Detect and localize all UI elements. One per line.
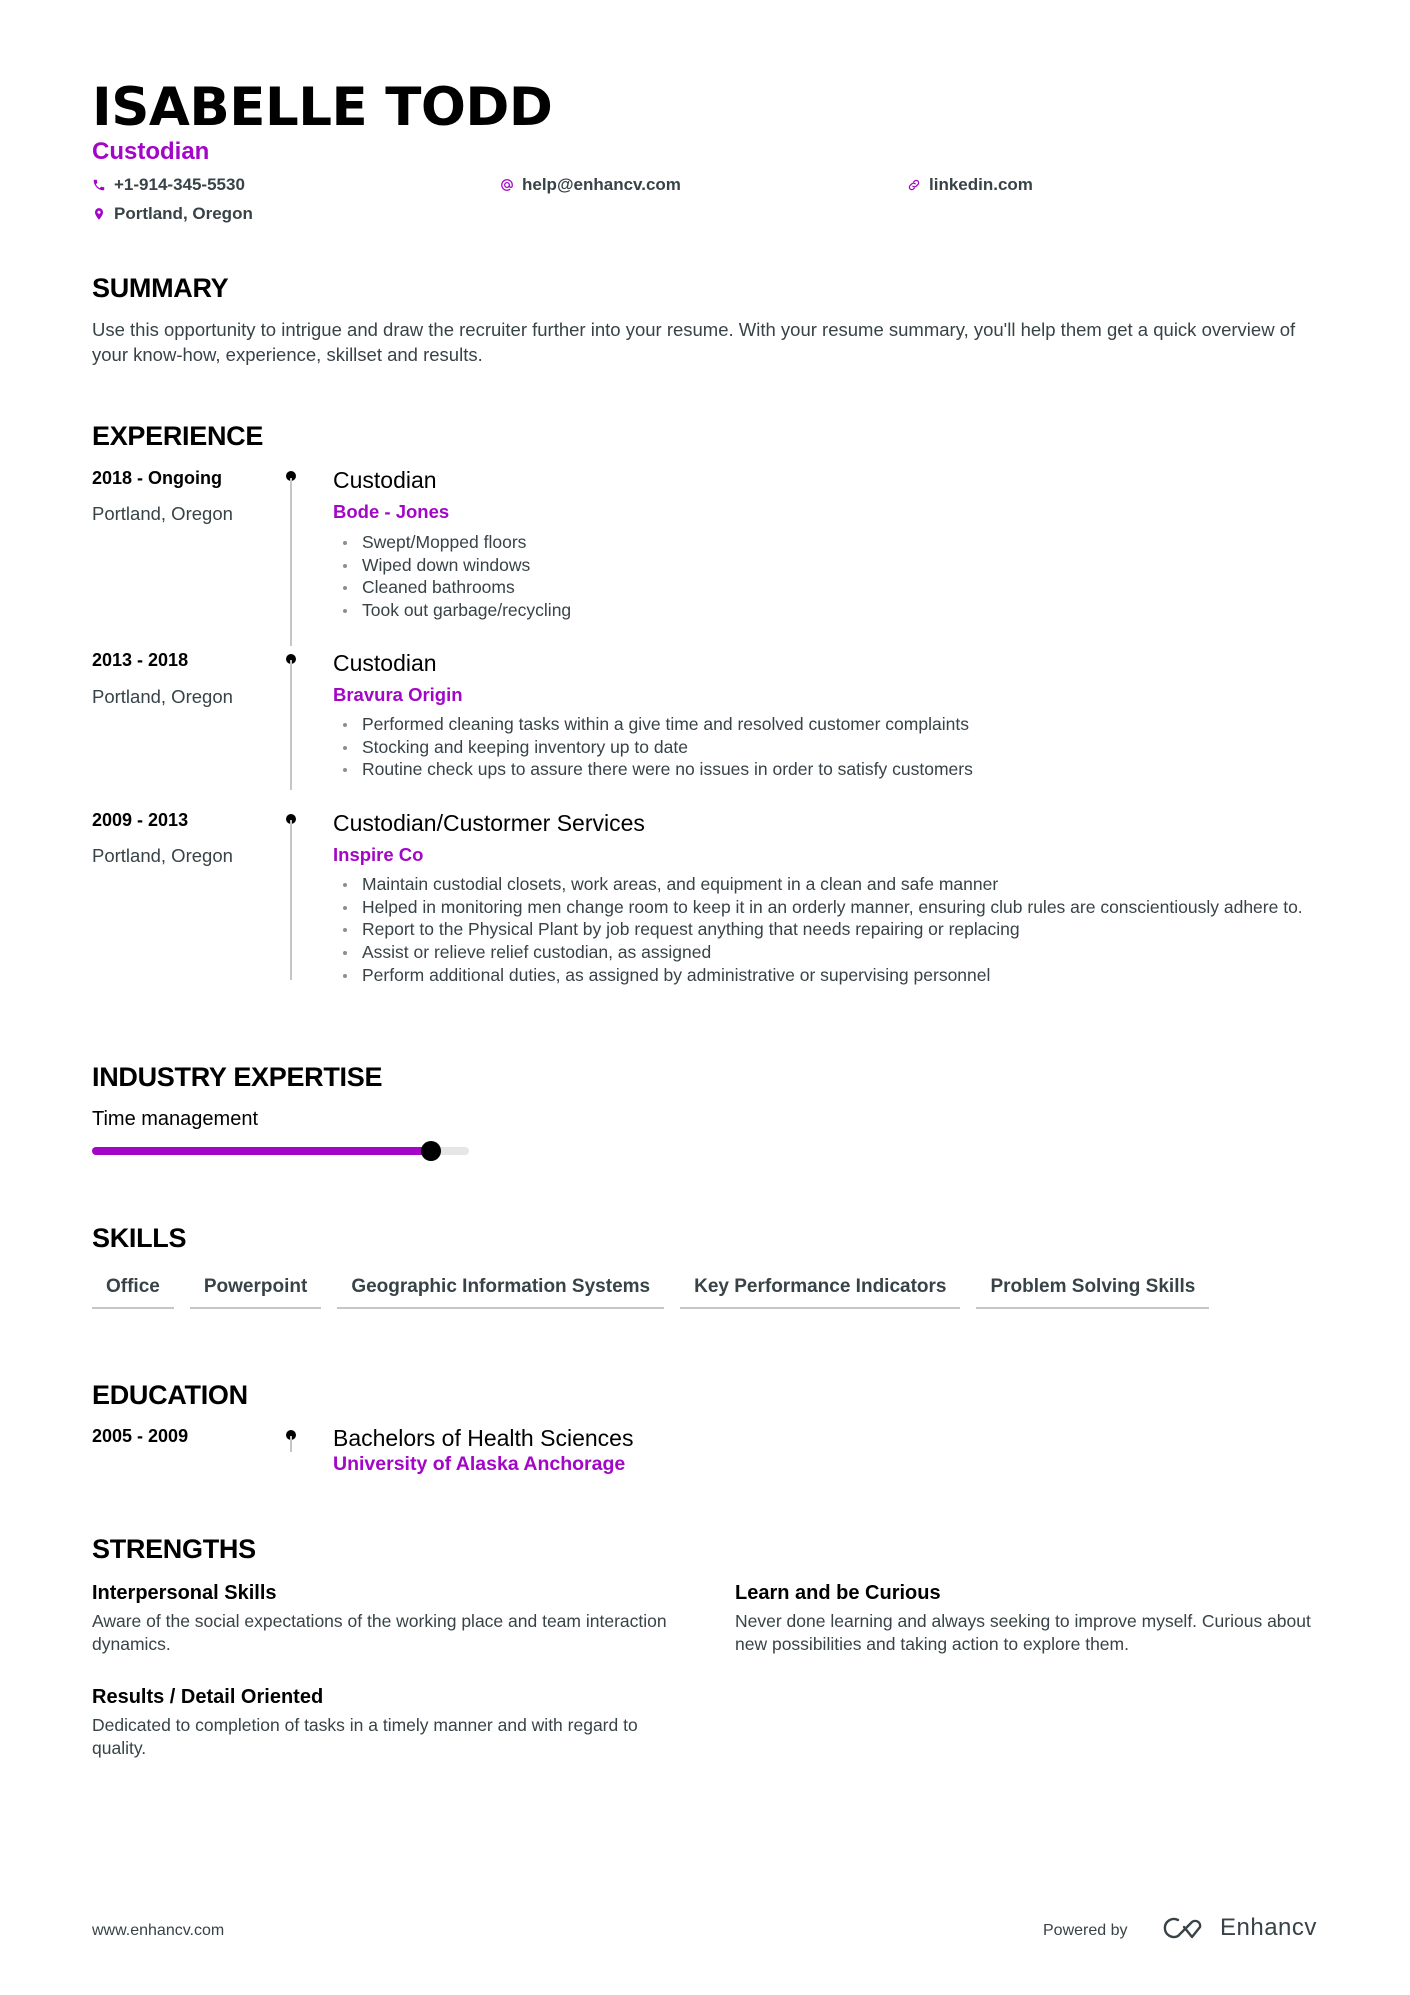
list-item: Perform additional duties, as assigned b…: [342, 964, 1322, 987]
list-item: Assist or relieve relief custodian, as a…: [342, 941, 1322, 964]
skill-chip: Geographic Information Systems: [337, 1272, 665, 1309]
enhancv-logo-text: Enhancv: [1220, 1914, 1317, 1941]
skill-chip: Office: [92, 1272, 174, 1309]
summary-text: Use this opportunity to intrigue and dra…: [92, 319, 1296, 365]
strength-item: Interpersonal Skills Aware of the social…: [92, 1581, 692, 1655]
job-title: Custodian: [333, 650, 437, 676]
expertise-bar: [92, 1141, 469, 1161]
job-title: Custodian/Custormer Services: [333, 810, 645, 836]
job-company: Inspire Co: [333, 844, 424, 865]
expertise-label: Time management: [92, 1108, 258, 1130]
list-item: Wiped down windows: [342, 554, 1322, 577]
at-icon: [501, 179, 513, 191]
skill-chip: Problem Solving Skills: [976, 1272, 1210, 1309]
list-item: Performed cleaning tasks within a give t…: [342, 713, 1322, 736]
phone-text: +1-914-345-5530: [114, 175, 245, 194]
education-school: University of Alaska Anchorage: [333, 1453, 626, 1475]
expertise-heading: INDUSTRY EXPERTISE: [92, 1062, 383, 1092]
timeline-line: [290, 478, 292, 646]
email-text: help@enhancv.com: [522, 175, 681, 194]
job-location: Portland, Oregon: [92, 845, 233, 866]
linkedin-text: linkedin.com: [929, 175, 1033, 194]
location-pin-icon: [94, 208, 104, 220]
strengths-heading: STRENGTHS: [92, 1534, 256, 1564]
list-item: Took out garbage/recycling: [342, 599, 1322, 622]
list-item: Helped in monitoring men change room to …: [342, 896, 1322, 919]
skill-chip: Key Performance Indicators: [680, 1272, 961, 1309]
expertise-bar-knob: [421, 1141, 442, 1161]
skills-list: Office Powerpoint Geographic Information…: [92, 1272, 1210, 1309]
location-text: Portland, Oregon: [114, 204, 253, 223]
powered-by-label: Powered by: [1043, 1922, 1128, 1939]
contact-email[interactable]: help@enhancv.com: [500, 174, 681, 196]
strength-title: Interpersonal Skills: [92, 1582, 277, 1604]
phone-icon: [93, 179, 105, 191]
job-dates: 2013 - 2018: [92, 650, 189, 670]
candidate-name: ISABELLE TODD: [92, 77, 553, 138]
strength-text: Dedicated to completion of tasks in a ti…: [92, 1715, 638, 1758]
job-title: Custodian: [333, 467, 437, 493]
list-item: Swept/Mopped floors: [342, 531, 1322, 554]
list-item: Stocking and keeping inventory up to dat…: [342, 736, 1322, 759]
job-location: Portland, Oregon: [92, 503, 233, 524]
job-location: Portland, Oregon: [92, 686, 233, 707]
list-item: Maintain custodial closets, work areas, …: [342, 873, 1322, 896]
education-degree: Bachelors of Health Sciences: [333, 1425, 634, 1451]
strength-title: Learn and be Curious: [735, 1582, 941, 1604]
strength-text: Never done learning and always seeking t…: [735, 1611, 1311, 1654]
expertise-bar-fill: [92, 1147, 432, 1155]
list-item: Cleaned bathrooms: [342, 576, 1322, 599]
list-item: Report to the Physical Plant by job requ…: [342, 918, 1322, 941]
enhancv-logo[interactable]: Enhancv: [1162, 1914, 1317, 1942]
timeline-line: [290, 1436, 292, 1452]
strength-text: Aware of the social expectations of the …: [92, 1611, 667, 1654]
experience-heading: EXPERIENCE: [92, 421, 264, 451]
link-icon: [908, 179, 920, 191]
strength-title: Results / Detail Oriented: [92, 1686, 324, 1708]
job-dates: 2009 - 2013: [92, 810, 189, 830]
skills-heading: SKILLS: [92, 1223, 187, 1253]
timeline-line: [290, 820, 292, 980]
job-dates: 2018 - Ongoing: [92, 468, 223, 488]
strength-item: Results / Detail Oriented Dedicated to c…: [92, 1685, 692, 1759]
timeline-line: [290, 660, 292, 790]
list-item: Routine check ups to assure there were n…: [342, 758, 1322, 781]
summary-heading: SUMMARY: [92, 273, 229, 303]
job-company: Bravura Origin: [333, 684, 463, 705]
contact-linkedin[interactable]: linkedin.com: [907, 174, 1033, 196]
footer-url[interactable]: www.enhancv.com: [92, 1921, 224, 1941]
strength-item: Learn and be Curious Never done learning…: [735, 1581, 1335, 1655]
enhancv-logo-icon: [1163, 1917, 1202, 1939]
skill-chip: Powerpoint: [189, 1272, 322, 1309]
education-heading: EDUCATION: [92, 1380, 248, 1410]
education-dates: 2005 - 2009: [92, 1426, 189, 1446]
job-bullets: Swept/Mopped floors Wiped down windows C…: [342, 531, 1322, 622]
job-company: Bode - Jones: [333, 501, 450, 522]
contact-phone[interactable]: +1-914-345-5530: [92, 174, 245, 196]
contact-location: Portland, Oregon: [92, 203, 253, 225]
job-bullets: Maintain custodial closets, work areas, …: [342, 873, 1322, 987]
job-bullets: Performed cleaning tasks within a give t…: [342, 713, 1322, 781]
candidate-role: Custodian: [92, 138, 210, 165]
